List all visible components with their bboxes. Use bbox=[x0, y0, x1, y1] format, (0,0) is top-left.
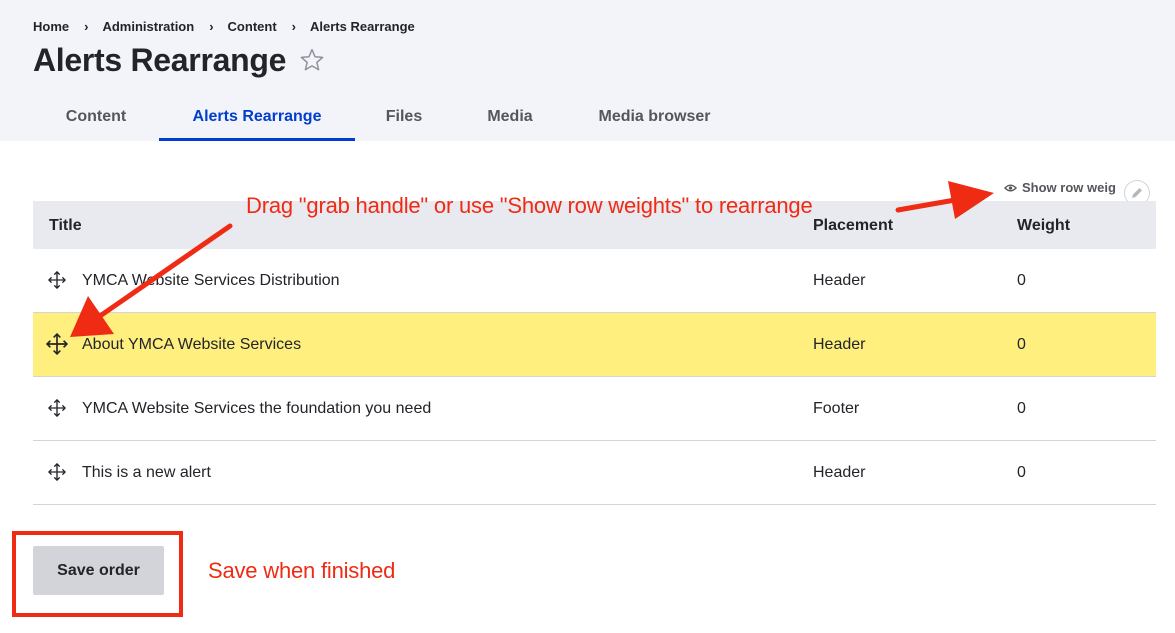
show-row-weights-label: Show row weig bbox=[1022, 180, 1116, 195]
drag-hint-annotation: Drag "grab handle" or use "Show row weig… bbox=[246, 193, 813, 218]
breadcrumb-administration[interactable]: Administration bbox=[102, 19, 194, 34]
row-title: About YMCA Website Services bbox=[82, 336, 302, 353]
eye-icon bbox=[1004, 184, 1017, 191]
move-handle-icon[interactable] bbox=[46, 333, 68, 355]
table-row: About YMCA Website Services Header 0 bbox=[33, 313, 1156, 377]
row-placement: Header bbox=[813, 272, 866, 289]
show-row-weights-toggle[interactable]: Show row weig bbox=[1004, 180, 1125, 195]
row-title: This is a new alert bbox=[82, 464, 211, 481]
breadcrumb-alerts-rearrange[interactable]: Alerts Rearrange bbox=[310, 19, 415, 34]
column-header-title: Title bbox=[49, 217, 82, 234]
move-handle-icon[interactable] bbox=[48, 399, 66, 417]
column-header-weight: Weight bbox=[1017, 217, 1071, 234]
table-row: This is a new alert Header 0 bbox=[33, 441, 1156, 505]
move-handle-icon[interactable] bbox=[48, 463, 66, 481]
breadcrumb-separator: › bbox=[291, 19, 296, 34]
tab-alerts-rearrange[interactable]: Alerts Rearrange bbox=[159, 96, 355, 141]
tab-media[interactable]: Media bbox=[453, 96, 567, 141]
save-hint-annotation: Save when finished bbox=[208, 558, 396, 583]
row-placement: Header bbox=[813, 464, 866, 481]
pencil-icon bbox=[1132, 188, 1142, 198]
table-row: YMCA Website Services Distribution Heade… bbox=[33, 249, 1156, 313]
breadcrumb-separator: › bbox=[84, 19, 89, 34]
tab-media-browser[interactable]: Media browser bbox=[567, 96, 742, 141]
tab-content[interactable]: Content bbox=[33, 96, 159, 141]
row-weight: 0 bbox=[1017, 400, 1026, 417]
column-header-placement: Placement bbox=[813, 217, 894, 234]
row-placement: Header bbox=[813, 336, 866, 353]
row-title: YMCA Website Services Distribution bbox=[82, 272, 340, 289]
table-row: YMCA Website Services the foundation you… bbox=[33, 377, 1156, 441]
row-weight: 0 bbox=[1017, 336, 1026, 353]
alerts-table: Title Placement Weight YMCA Website Serv… bbox=[33, 201, 1156, 505]
tab-files[interactable]: Files bbox=[355, 96, 453, 141]
row-placement: Footer bbox=[813, 400, 860, 417]
breadcrumb-home[interactable]: Home bbox=[33, 19, 69, 34]
breadcrumb: Home › Administration › Content › Alerts… bbox=[33, 19, 415, 34]
row-title: YMCA Website Services the foundation you… bbox=[82, 400, 432, 417]
breadcrumb-content[interactable]: Content bbox=[228, 19, 277, 34]
breadcrumb-separator: › bbox=[209, 19, 214, 34]
row-weight: 0 bbox=[1017, 272, 1026, 289]
save-order-button[interactable]: Save order bbox=[33, 546, 164, 595]
page-title: Alerts Rearrange bbox=[33, 42, 287, 78]
move-handle-icon[interactable] bbox=[48, 271, 66, 289]
row-weight: 0 bbox=[1017, 464, 1026, 481]
star-outline-icon[interactable] bbox=[299, 47, 325, 73]
